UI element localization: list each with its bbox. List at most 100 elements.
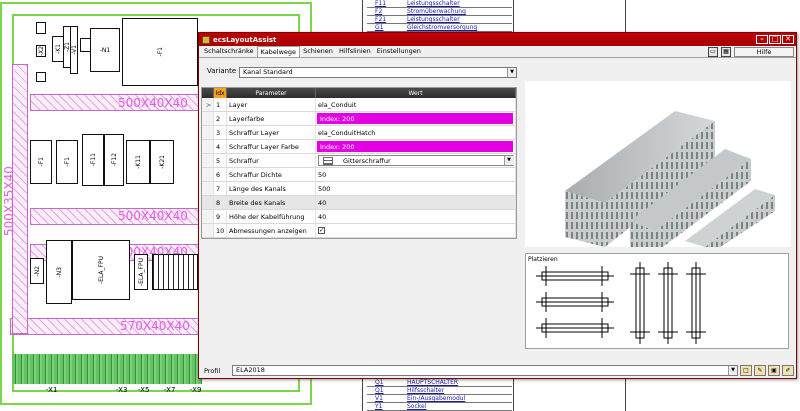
row-selector[interactable]: > bbox=[202, 98, 214, 111]
parameter-row[interactable]: 8 Breite des Kanals 40 bbox=[202, 196, 516, 210]
row-value[interactable]: ela_Conduit bbox=[316, 98, 516, 111]
component-label: -N1 bbox=[99, 46, 111, 54]
header-idx[interactable]: Idx bbox=[214, 88, 227, 98]
maximize-button[interactable]: □ bbox=[769, 35, 781, 44]
new-profile-icon[interactable]: □ bbox=[740, 365, 752, 376]
doc-row: Y1 Sockel bbox=[367, 403, 512, 411]
row-selector[interactable] bbox=[202, 140, 214, 153]
terminal-label: -X5 bbox=[138, 386, 150, 394]
chevron-down-icon: ▼ bbox=[507, 68, 516, 77]
parameter-row[interactable]: >1 Layer ela_Conduit bbox=[202, 98, 516, 112]
tab-kabelwege[interactable]: Kabelwege bbox=[256, 46, 301, 57]
variant-row: Variante bbox=[207, 67, 236, 75]
row-value[interactable]: 40 bbox=[316, 210, 516, 223]
component-label: -F1 bbox=[63, 157, 71, 167]
doc-cell: HAUPTSCHALTER bbox=[407, 379, 459, 386]
row-value[interactable]: ela_ConduitHatch bbox=[316, 126, 516, 139]
color-value[interactable]: Index: 200 bbox=[317, 113, 513, 124]
doc-cell: Y1 bbox=[375, 403, 383, 410]
header-value[interactable]: Wert bbox=[316, 88, 516, 98]
row-value[interactable]: 50 bbox=[316, 168, 516, 181]
tab-hilfslinien[interactable]: Hilfslinien bbox=[336, 46, 374, 57]
terminal-label: -X7 bbox=[164, 386, 176, 394]
component-label: -K21 bbox=[158, 155, 166, 169]
parameter-row[interactable]: 9 Höhe der Kabelführung 40 bbox=[202, 210, 516, 224]
row-selector[interactable] bbox=[202, 168, 214, 181]
cabinet-component: -ELA_FPU bbox=[134, 254, 148, 290]
rename-profile-icon[interactable]: ✐ bbox=[782, 365, 794, 376]
cabinet-component bbox=[36, 22, 46, 34]
doc-table-top: F11 Leistungsschalter F2 Stromüberwachung … bbox=[367, 0, 512, 32]
row-selector[interactable] bbox=[202, 210, 214, 223]
parameter-row[interactable]: 6 Schraffur Dichte 50 bbox=[202, 168, 516, 182]
save-profile-icon[interactable]: ▣ bbox=[768, 365, 780, 376]
row-selector[interactable] bbox=[202, 196, 214, 209]
row-selector[interactable] bbox=[202, 126, 214, 139]
app-icon bbox=[202, 35, 210, 44]
tab-einstellungen[interactable]: Einstellungen bbox=[374, 46, 424, 57]
component-label: -F1 bbox=[156, 47, 164, 57]
component-label: -F12 bbox=[110, 153, 118, 167]
grid-body: >1 Layer ela_Conduit 2 Layerfarbe Index: 200 3… bbox=[202, 98, 516, 238]
doc-cell: Leistungsschalter bbox=[407, 16, 460, 23]
profile-bar: Profil ELA2018 ▼ □ ✎ ▣ ✐ bbox=[199, 364, 796, 377]
cabinet-component: -N2 bbox=[30, 258, 44, 284]
cabinet-component: -F1 bbox=[30, 140, 52, 184]
doc-cell: F11 bbox=[375, 0, 387, 7]
row-parameter: Schraffur Dichte bbox=[227, 168, 316, 181]
grid-icon[interactable]: ▦ bbox=[721, 47, 731, 57]
layout-assist-window: ecsLayoutAssist – □ ✕ Schaltschränke Kab… bbox=[198, 32, 797, 379]
variant-select[interactable]: Kanal Standard ▼ bbox=[239, 67, 517, 78]
row-parameter: Schraffur bbox=[227, 154, 316, 167]
doc-row: F21 Leistungsschalter bbox=[367, 16, 512, 24]
show-dimensions-checkbox[interactable]: ✓ bbox=[318, 227, 325, 234]
row-index: 1 bbox=[214, 98, 227, 111]
row-parameter: Höhe der Kabelführung bbox=[227, 210, 316, 223]
hatch-select[interactable]: Gitterschraffur ▼ bbox=[318, 155, 514, 166]
row-value[interactable]: 40 bbox=[316, 196, 516, 209]
row-value[interactable]: Index: 200 bbox=[316, 140, 516, 153]
cabinet-component: -N3 bbox=[46, 240, 72, 304]
doc-cell: Sockel bbox=[407, 403, 427, 410]
parameter-row[interactable]: 7 Länge des Kanals 500 bbox=[202, 182, 516, 196]
row-selector[interactable] bbox=[202, 224, 214, 237]
help-button[interactable]: Hilfe bbox=[734, 47, 794, 57]
component-label: -F1 bbox=[37, 157, 45, 167]
tab-schaltschraenke[interactable]: Schaltschränke bbox=[201, 46, 257, 57]
close-button[interactable]: ✕ bbox=[782, 35, 794, 44]
row-selector[interactable] bbox=[202, 154, 214, 167]
color-value[interactable]: Index: 200 bbox=[317, 141, 513, 152]
tab-schienen[interactable]: Schienen bbox=[300, 46, 336, 57]
row-index: 2 bbox=[214, 112, 227, 125]
header-selector-cell bbox=[202, 88, 214, 98]
row-value[interactable]: 500 bbox=[316, 182, 516, 195]
screen-icon[interactable]: ▭ bbox=[708, 47, 718, 57]
component-label: -N2 bbox=[33, 265, 41, 277]
row-index: 7 bbox=[214, 182, 227, 195]
title-bar[interactable]: ecsLayoutAssist – □ ✕ bbox=[199, 33, 796, 46]
profile-select[interactable]: ELA2018 ▼ bbox=[232, 365, 738, 376]
edit-profile-icon[interactable]: ✎ bbox=[754, 365, 766, 376]
chevron-down-icon: ▼ bbox=[504, 156, 513, 165]
row-value[interactable]: Index: 200 bbox=[316, 112, 516, 125]
row-value[interactable]: ✓ bbox=[316, 224, 516, 237]
component-label: -ELA_FPU bbox=[137, 257, 145, 286]
parameter-row[interactable]: 5 Schraffur Gitterschraffur ▼ bbox=[202, 154, 516, 168]
row-parameter: Abmessungen anzeigen bbox=[227, 224, 316, 237]
parameter-row[interactable]: 2 Layerfarbe Index: 200 bbox=[202, 112, 516, 126]
row-value[interactable]: Gitterschraffur ▼ bbox=[316, 154, 516, 167]
doc-cell: G1 bbox=[375, 24, 384, 31]
cabinet-component: -F11 bbox=[82, 134, 104, 186]
cabinet-component: -F1 bbox=[122, 18, 198, 86]
header-parameter[interactable]: Parameter bbox=[227, 88, 316, 98]
row-selector[interactable] bbox=[202, 182, 214, 195]
parameter-row[interactable]: 3 Schraffur Layer ela_ConduitHatch bbox=[202, 126, 516, 140]
doc-cell: V1 bbox=[375, 395, 383, 402]
row-selector[interactable] bbox=[202, 112, 214, 125]
doc-row: Q1 Hilfsschalter bbox=[367, 387, 512, 395]
doc-cell: Hilfsschalter bbox=[407, 387, 445, 394]
parameter-row[interactable]: 10 Abmessungen anzeigen ✓ bbox=[202, 224, 516, 238]
minimize-button[interactable]: – bbox=[756, 35, 768, 44]
parameter-row[interactable]: 4 Schraffur Layer Farbe Index: 200 bbox=[202, 140, 516, 154]
doc-row: Q1 HAUPTSCHALTER bbox=[367, 379, 512, 387]
